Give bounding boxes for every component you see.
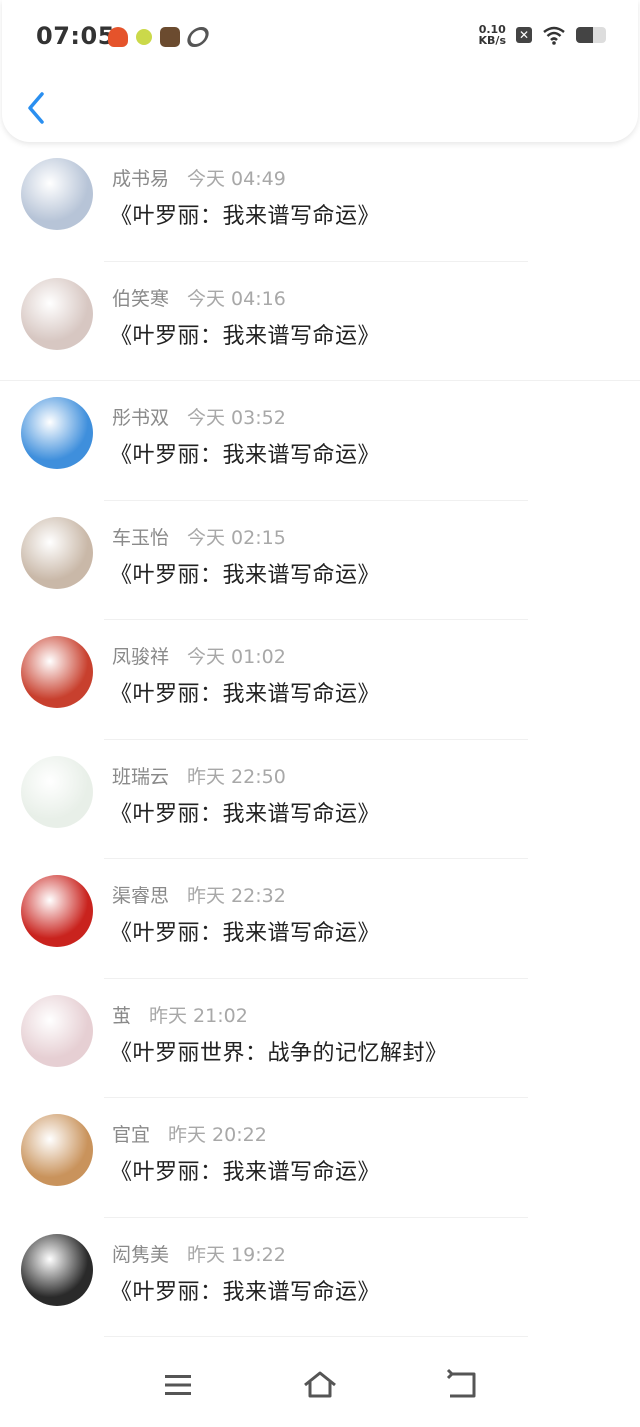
item-title[interactable]: 《叶罗丽：我来谱写命运》 [110, 198, 380, 230]
message-list: 成书易 今天 04:49 《叶罗丽：我来谱写命运》 伯笑寒 今天 04:16 《叶罗丽：我… [0, 142, 640, 1337]
item-title[interactable]: 《叶罗丽：我来谱写命运》 [110, 1274, 380, 1306]
item-meta: 渠睿思 昨天 22:32 [112, 881, 286, 908]
wifi-icon [543, 26, 565, 45]
menu-icon [165, 1375, 191, 1395]
item-meta: 闳隽美 昨天 19:22 [112, 1240, 286, 1267]
item-title[interactable]: 《叶罗丽世界：战争的记忆解封》 [110, 1035, 448, 1067]
avatar[interactable] [21, 1233, 93, 1306]
battery-level [576, 27, 593, 43]
timestamp: 昨天 19:22 [187, 1243, 286, 1266]
user-name[interactable]: 闳隽美 [112, 1244, 169, 1266]
home-icon [304, 1371, 336, 1398]
user-name[interactable]: 伯笑寒 [112, 288, 169, 310]
item-title[interactable]: 《叶罗丽：我来谱写命运》 [110, 318, 380, 350]
item-meta: 成书易 今天 04:49 [112, 164, 286, 191]
avatar[interactable] [21, 277, 93, 350]
game-icon [160, 27, 180, 47]
timestamp: 今天 03:52 [187, 407, 286, 429]
timestamp: 昨天 21:02 [149, 1004, 248, 1027]
list-item[interactable]: 茧昨天 21:02 《叶罗丽世界：战争的记忆解封》 [0, 979, 640, 1098]
item-meta: 班瑞云 昨天 22:50 [112, 762, 286, 789]
user-name[interactable]: 班瑞云 [112, 766, 169, 788]
chevron-left-icon [28, 92, 44, 124]
user-name[interactable]: 成书易 [112, 168, 169, 190]
avatar[interactable] [21, 516, 93, 589]
timestamp: 昨天 22:50 [187, 765, 286, 788]
menu-button[interactable] [158, 1365, 198, 1405]
item-meta: 茧昨天 21:02 [112, 1001, 248, 1028]
item-title[interactable]: 《叶罗丽：我来谱写命运》 [110, 915, 380, 947]
avatar[interactable] [21, 636, 93, 708]
status-time: 07:05 [36, 22, 115, 50]
item-title[interactable]: 《叶罗丽：我来谱写命运》 [110, 676, 380, 708]
bulb-icon [136, 29, 152, 45]
battery-icon [576, 27, 606, 43]
system-nav-bar [0, 1347, 640, 1427]
timestamp: 昨天 22:32 [187, 885, 286, 907]
avatar[interactable] [21, 158, 93, 230]
avatar[interactable] [21, 755, 93, 828]
list-item[interactable]: 班瑞云 昨天 22:50 《叶罗丽：我来谱写命运》 [0, 740, 640, 859]
list-item[interactable]: 渠睿思 昨天 22:32 《叶罗丽：我来谱写命运》 [0, 859, 640, 979]
timestamp: 今天 02:15 [187, 526, 286, 549]
net-speed: 0.10 KB/s [479, 24, 506, 46]
divider [104, 1336, 528, 1337]
back-button[interactable] [20, 88, 56, 128]
avatar[interactable] [21, 994, 93, 1067]
avatar[interactable] [21, 1114, 93, 1186]
list-item[interactable]: 官宜 昨天 20:22 《叶罗丽：我来谱写命运》 [0, 1098, 640, 1218]
app-header: 07:05 0.10 KB/s ✕ [2, 0, 638, 142]
user-name[interactable]: 彤书双 [112, 407, 169, 429]
close-box-icon: ✕ [516, 27, 532, 43]
home-button[interactable] [300, 1365, 340, 1405]
list-item[interactable]: 成书易 今天 04:49 《叶罗丽：我来谱写命运》 [0, 142, 640, 262]
net-speed-unit: KB/s [478, 34, 506, 47]
back-icon [446, 1368, 476, 1398]
return-button[interactable] [442, 1365, 482, 1405]
avatar[interactable] [21, 397, 93, 469]
notification-icons [108, 27, 212, 47]
sale-icon [108, 27, 128, 47]
user-name[interactable]: 车玉怡 [112, 527, 169, 549]
item-title[interactable]: 《叶罗丽：我来谱写命运》 [110, 1154, 380, 1186]
list-item[interactable]: 彤书双 今天 03:52 《叶罗丽：我来谱写命运》 [0, 381, 640, 501]
item-meta: 彤书双 今天 03:52 [112, 403, 286, 430]
list-item[interactable]: 伯笑寒 今天 04:16 《叶罗丽：我来谱写命运》 [0, 262, 640, 381]
user-name[interactable]: 官宜 [112, 1124, 150, 1146]
item-title[interactable]: 《叶罗丽：我来谱写命运》 [110, 557, 380, 589]
timestamp: 今天 04:16 [187, 287, 286, 310]
item-meta: 官宜 昨天 20:22 [112, 1120, 267, 1147]
status-right: 0.10 KB/s ✕ [479, 24, 606, 46]
timestamp: 今天 01:02 [187, 646, 286, 668]
avatar[interactable] [21, 875, 93, 947]
item-title[interactable]: 《叶罗丽：我来谱写命运》 [110, 437, 380, 469]
timestamp: 今天 04:49 [187, 168, 286, 190]
timestamp: 昨天 20:22 [168, 1124, 267, 1146]
item-meta: 车玉怡 今天 02:15 [112, 523, 286, 550]
user-name[interactable]: 茧 [112, 1005, 131, 1027]
item-meta: 凤骏祥 今天 01:02 [112, 642, 286, 669]
item-title[interactable]: 《叶罗丽：我来谱写命运》 [110, 796, 380, 828]
list-item[interactable]: 闳隽美 昨天 19:22 《叶罗丽：我来谱写命运》 [0, 1218, 640, 1337]
user-name[interactable]: 渠睿思 [112, 885, 169, 907]
list-item[interactable]: 车玉怡 今天 02:15 《叶罗丽：我来谱写命运》 [0, 501, 640, 620]
ring-icon [184, 27, 212, 47]
user-name[interactable]: 凤骏祥 [112, 646, 169, 668]
item-meta: 伯笑寒 今天 04:16 [112, 284, 286, 311]
list-item[interactable]: 凤骏祥 今天 01:02 《叶罗丽：我来谱写命运》 [0, 620, 640, 740]
